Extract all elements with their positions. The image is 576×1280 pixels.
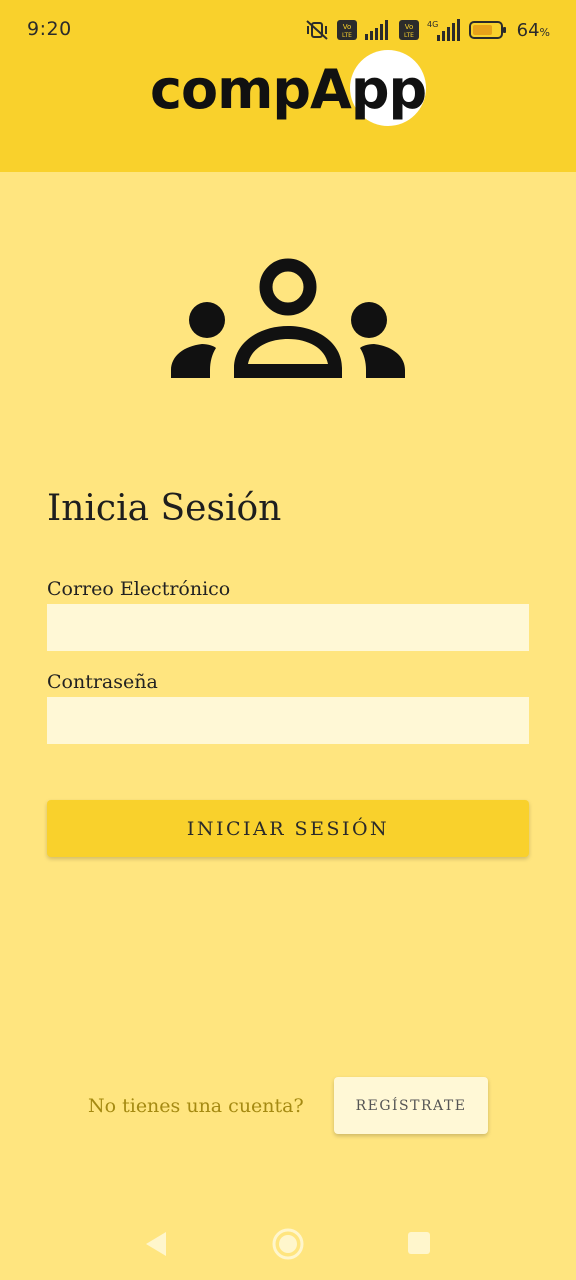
- signal-icon: [364, 20, 391, 40]
- home-circle-icon[interactable]: [271, 1227, 305, 1265]
- app-header: 9:20 Vo LTE Vo LTE 4G 64% compApp: [0, 0, 576, 172]
- recents-square-icon[interactable]: [407, 1231, 431, 1259]
- app-logo: compApp: [150, 48, 430, 128]
- back-triangle-icon[interactable]: [144, 1230, 168, 1262]
- svg-text:Vo: Vo: [404, 23, 413, 31]
- email-field[interactable]: [47, 604, 529, 651]
- users-group-icon: [170, 258, 406, 382]
- volte-icon: Vo LTE: [336, 20, 357, 40]
- register-button[interactable]: REGÍSTRATE: [334, 1077, 488, 1134]
- svg-text:4G: 4G: [427, 20, 438, 29]
- no-account-text: No tienes una cuenta?: [88, 1095, 304, 1117]
- password-field[interactable]: [47, 697, 529, 744]
- volte-icon: Vo LTE: [398, 20, 419, 40]
- password-label: Contraseña: [47, 671, 158, 693]
- svg-text:Vo: Vo: [342, 23, 351, 31]
- svg-text:LTE: LTE: [404, 32, 414, 39]
- page-title: Inicia Sesión: [47, 488, 282, 529]
- mute-vibrate-icon: [305, 19, 329, 41]
- email-label: Correo Electrónico: [47, 578, 231, 600]
- login-button[interactable]: INICIAR SESIÓN: [47, 800, 529, 857]
- battery-percent: 64%: [516, 19, 550, 41]
- status-icons: Vo LTE Vo LTE 4G 64%: [305, 16, 550, 44]
- logo-text: compApp: [150, 58, 427, 121]
- battery-icon: [468, 20, 507, 40]
- svg-text:LTE: LTE: [342, 32, 352, 39]
- 4g-signal-icon: 4G: [427, 19, 461, 41]
- status-time: 9:20: [27, 18, 72, 40]
